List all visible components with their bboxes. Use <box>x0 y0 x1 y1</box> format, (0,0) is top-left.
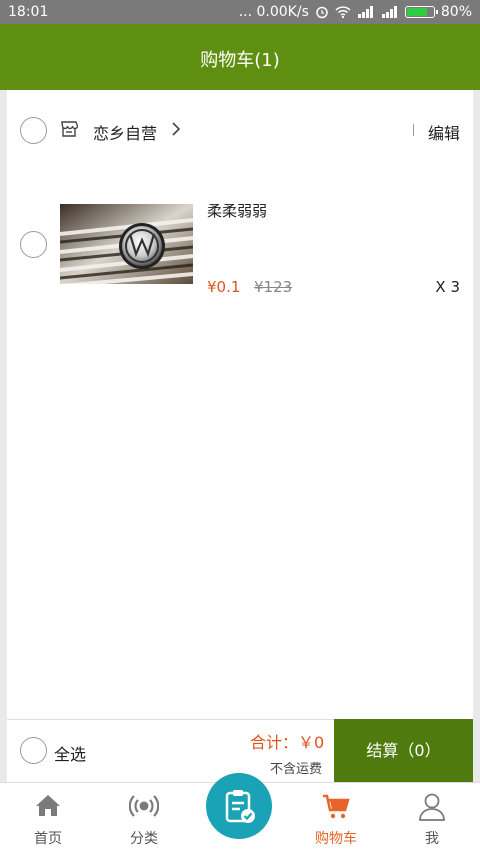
wifi-icon <box>335 6 351 19</box>
product-quantity: X 3 <box>435 278 460 296</box>
select-all-radio[interactable] <box>20 737 47 764</box>
status-time: 18:01 <box>8 4 49 20</box>
tab-label: 我 <box>425 831 439 847</box>
select-all-label[interactable]: 全选 <box>54 741 86 765</box>
tab-bar: 首页 分类 购物车 我 <box>0 773 480 853</box>
home-icon <box>36 795 60 816</box>
cart-item: 柔柔弱弱 ¥0.1 ¥123 X 3 <box>7 200 473 300</box>
item-select-radio[interactable] <box>20 231 47 258</box>
tab-center-action[interactable] <box>206 773 272 839</box>
header: 购物车(1) <box>0 24 480 90</box>
edit-divider <box>413 124 414 136</box>
page-title: 购物车(1) <box>200 50 280 71</box>
tab-home[interactable]: 首页 <box>0 783 96 853</box>
tab-me[interactable]: 我 <box>384 783 480 853</box>
product-title[interactable]: 柔柔弱弱 <box>207 200 267 221</box>
product-original-price: ¥123 <box>254 278 293 296</box>
chevron-right-icon[interactable] <box>169 121 183 137</box>
tab-label: 首页 <box>34 831 62 847</box>
checkout-button[interactable]: 结算（0） <box>334 719 473 783</box>
cart-icon <box>323 794 350 819</box>
edit-button[interactable]: 编辑 <box>428 120 460 144</box>
total-amount: 合计：￥0 <box>250 733 325 752</box>
product-price: ¥0.1 <box>207 278 241 296</box>
tab-cart[interactable]: 购物车 <box>288 783 384 853</box>
status-indicators: ... 0.00K/s 80% <box>239 4 472 20</box>
store-icon <box>61 121 78 137</box>
shop-name[interactable]: 恋乡自营 <box>93 120 157 144</box>
shop-row: 恋乡自营 编辑 <box>7 110 473 150</box>
product-image[interactable] <box>60 204 193 284</box>
battery-fill <box>406 8 427 16</box>
shipping-note: 不含运费 <box>270 762 323 777</box>
user-icon <box>419 793 445 821</box>
cart-content: 恋乡自营 编辑 柔柔弱弱 ¥0.1 ¥123 X 3 <box>7 90 473 719</box>
network-speed: ... 0.00K/s <box>238 4 309 20</box>
tab-label: 购物车 <box>315 831 357 847</box>
alarm-icon <box>316 6 328 19</box>
signal-icon <box>129 795 159 817</box>
tab-label: 分类 <box>130 831 158 847</box>
battery-percent: 80% <box>440 4 472 20</box>
signal-bars-icon-2 <box>381 6 397 18</box>
shop-select-radio[interactable] <box>20 117 47 144</box>
battery-icon <box>404 6 438 18</box>
clipboard-check-icon <box>225 790 255 823</box>
tab-category[interactable]: 分类 <box>96 783 192 853</box>
status-bar: 18:01 ... 0.00K/s 80% <box>0 0 480 24</box>
vw-grille-photo <box>60 204 193 284</box>
signal-bars-icon <box>357 6 373 18</box>
